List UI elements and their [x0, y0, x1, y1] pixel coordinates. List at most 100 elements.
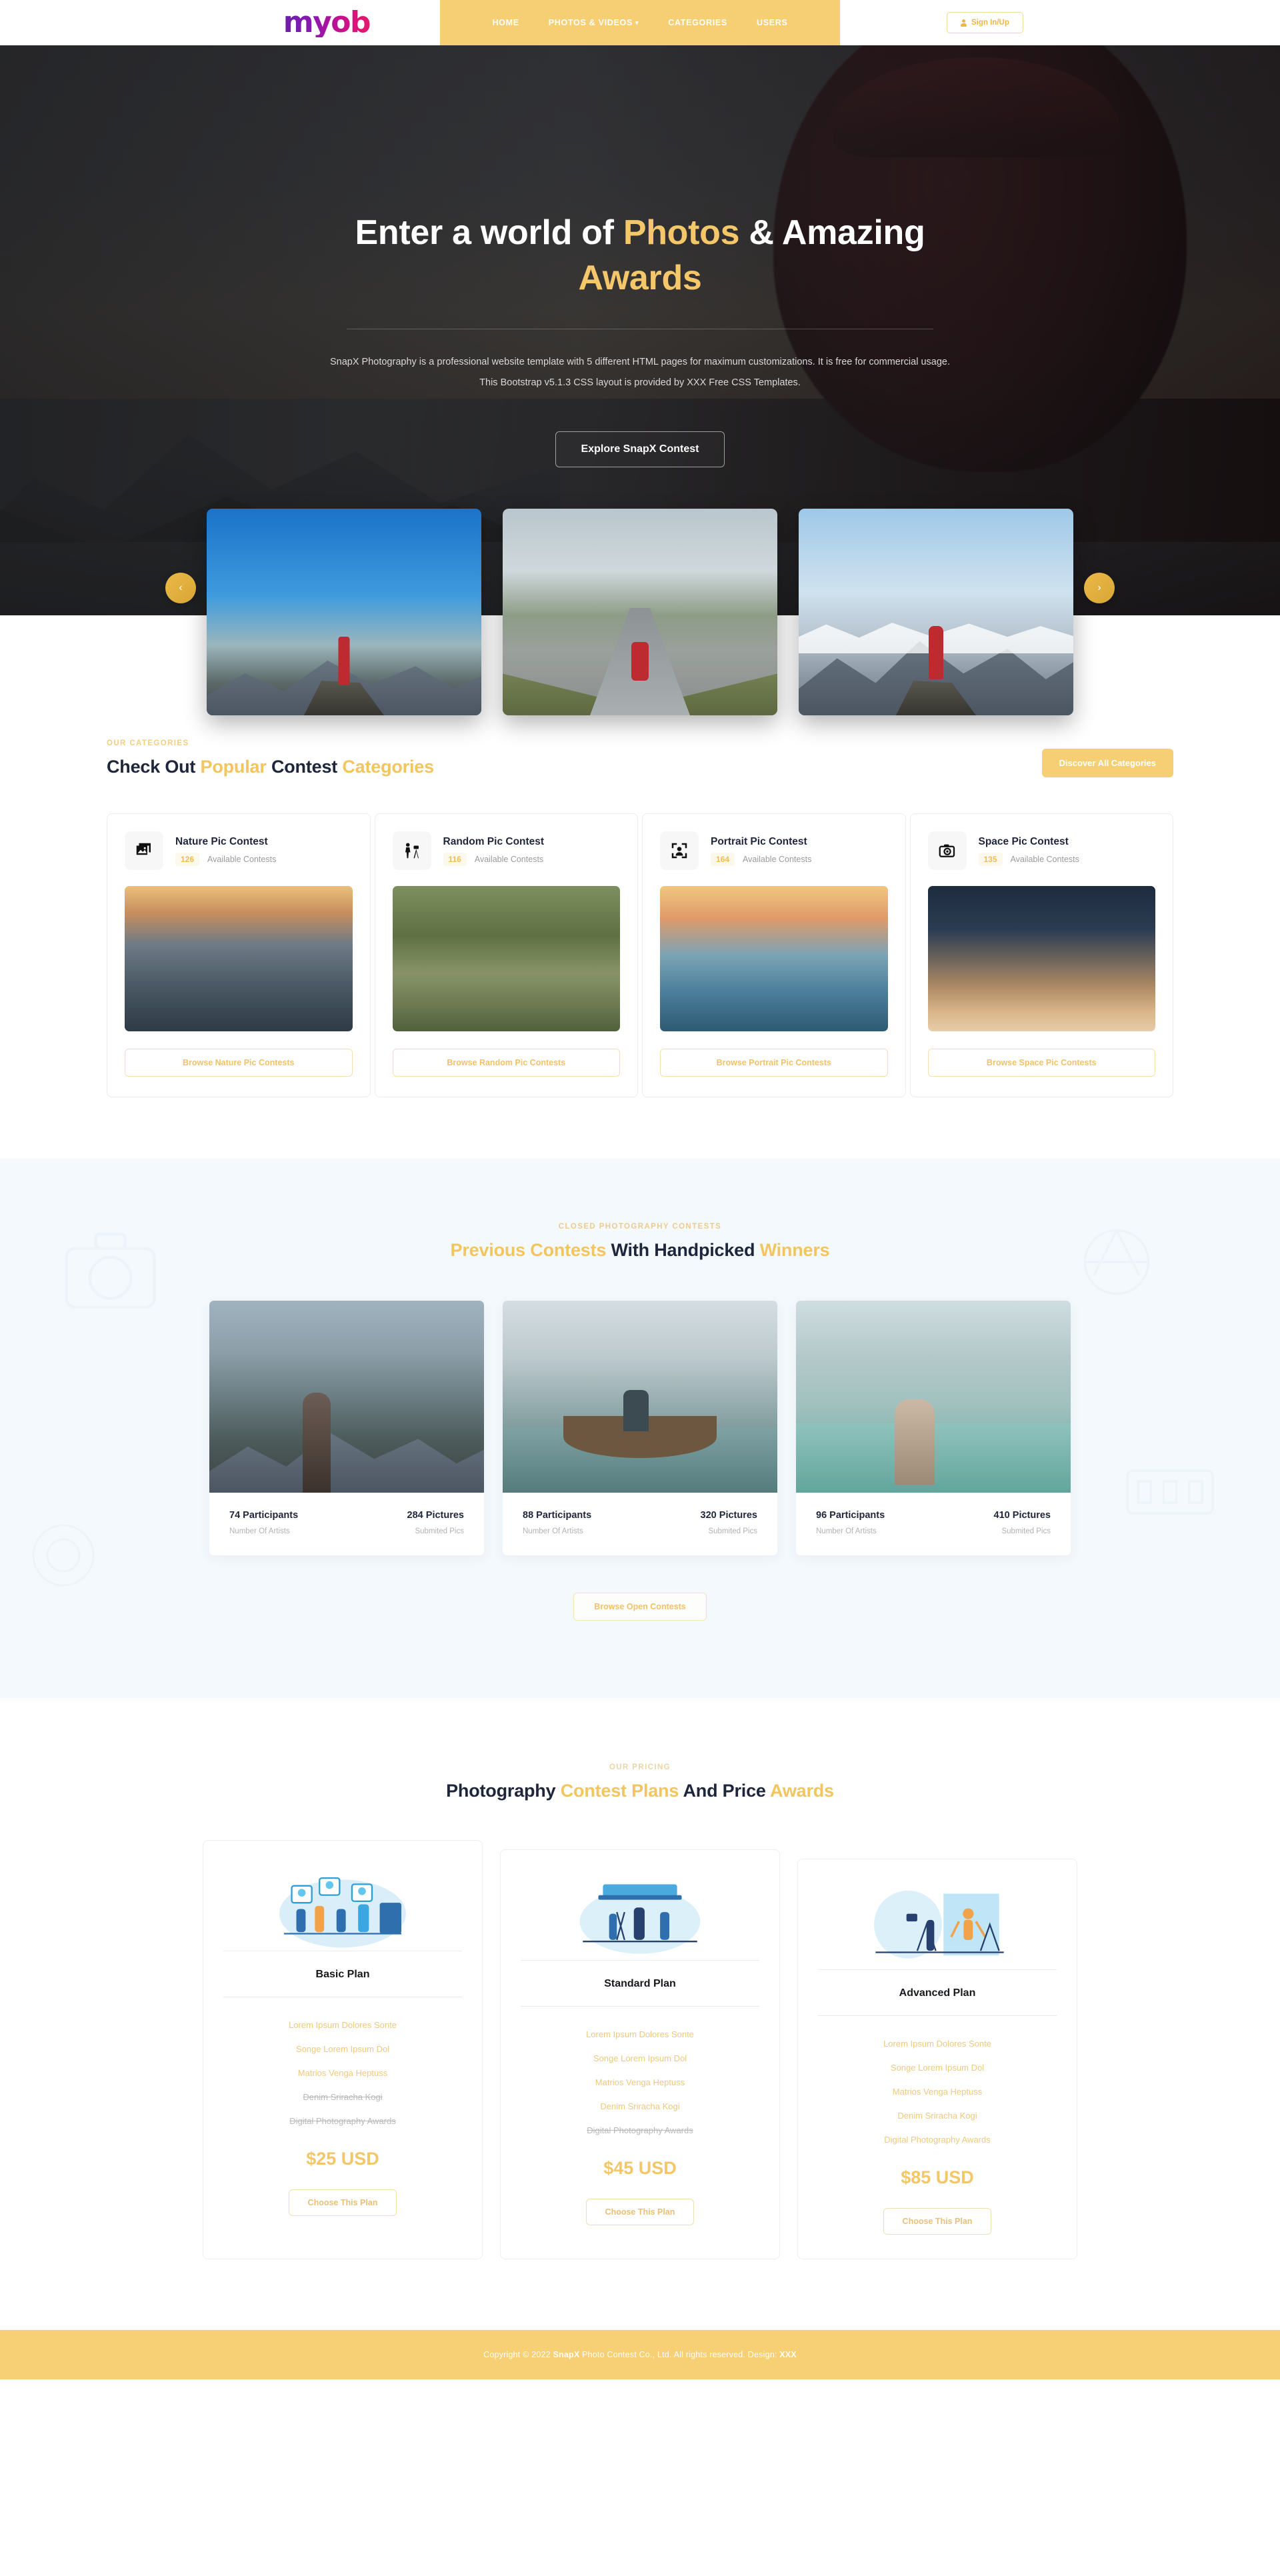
browse-open-contests-button[interactable]: Browse Open Contests: [573, 1593, 707, 1621]
plan-feature-disabled: Digital Photography Awards: [587, 2125, 693, 2135]
browse-space-contests-button[interactable]: Browse Space Pic Contests: [927, 1049, 1155, 1077]
stat-label: Submited Pics: [1001, 1527, 1051, 1535]
stat-label: Submited Pics: [415, 1527, 464, 1535]
cat-title-p1: Check Out: [107, 757, 201, 777]
previous-eyebrow: CLOSED PHOTOGRAPHY CONTESTS: [558, 1223, 722, 1231]
plan-feature: Denim Sriracha Kogi: [600, 2101, 680, 2111]
plan-feature: Matrios Venga Heptuss: [297, 2068, 388, 2078]
pricing-card-advanced[interactable]: Advanced Plan Lorem Ipsum Dolores Sonte …: [797, 1859, 1077, 2259]
plan-feature: Songe Lorem Ipsum Dol: [890, 2063, 985, 2073]
prev-title-hl1: Previous Contests: [450, 1240, 607, 1260]
category-subtitle: Available Contests: [1010, 854, 1079, 864]
nav-item-photos-videos[interactable]: PHOTOS & VIDEOS ▾: [549, 18, 639, 27]
plan-feature: Lorem Ipsum Dolores Sonte: [883, 2039, 991, 2049]
header-left: myob: [0, 0, 440, 45]
plan-feature: Denim Sriracha Kogi: [897, 2111, 977, 2121]
stat-value: 88 Participants: [523, 1510, 592, 1521]
hero-subtitle: SnapX Photography is a professional webs…: [329, 357, 951, 389]
price-title-hl2: Awards: [770, 1781, 834, 1801]
prev-title-p2: With Handpicked: [606, 1240, 760, 1260]
explore-contest-button[interactable]: Explore SnapX Contest: [555, 431, 725, 467]
category-card-nature[interactable]: Nature Pic Contest 126 Available Contest…: [107, 813, 371, 1097]
sign-in-up-button[interactable]: Sign In/Up: [947, 12, 1023, 33]
main-navigation: HOME PHOTOS & VIDEOS ▾ CATEGORIES USERS: [440, 0, 840, 45]
chevron-down-icon: ▾: [635, 19, 639, 26]
aperture-doodle-icon: [1083, 1229, 1150, 1295]
category-card-random[interactable]: Random Pic Contest 116 Available Contest…: [374, 813, 638, 1097]
stat-value: 96 Participants: [816, 1510, 885, 1521]
nav-label: PHOTOS & VIDEOS: [548, 18, 633, 27]
pricing-header: OUR PRICING Photography Contest Plans An…: [107, 1763, 1173, 1801]
participants-stat: 74 Participants Number Of Artists: [229, 1510, 347, 1535]
contest-image: [209, 1301, 484, 1493]
category-name: Nature Pic Contest: [175, 835, 268, 847]
camera-icon: [927, 831, 967, 870]
plan-feature: Lorem Ipsum Dolores Sonte: [289, 2020, 397, 2030]
copyright-middle: Photo Contest Co., Ltd. All rights reser…: [579, 2350, 780, 2359]
cat-title-hl1: Popular: [200, 757, 267, 777]
plan-feature-disabled: Digital Photography Awards: [289, 2116, 396, 2126]
pricing-grid: Basic Plan Lorem Ipsum Dolores Sonte Son…: [107, 1840, 1173, 2259]
nav-item-users[interactable]: USERS: [757, 18, 788, 27]
contest-image: [503, 1301, 777, 1493]
page-root: myob HOME PHOTOS & VIDEOS ▾ CATEGORIES US…: [0, 0, 1280, 2379]
browse-nature-contests-button[interactable]: Browse Nature Pic Contests: [125, 1049, 353, 1077]
plan-feature-disabled: Denim Sriracha Kogi: [303, 2092, 383, 2102]
stat-label: Submited Pics: [708, 1527, 757, 1535]
category-count: 116: [443, 852, 467, 866]
pricing-title: Photography Contest Plans And Price Awar…: [107, 1781, 1173, 1801]
carousel-slide-2[interactable]: [503, 509, 777, 715]
user-icon: [961, 19, 967, 27]
participants-stat: 96 Participants Number Of Artists: [816, 1510, 933, 1535]
plan-price: $45 USD: [603, 2158, 677, 2178]
hero-carousel: ‹ ›: [0, 509, 1280, 715]
lens-doodle-icon: [32, 1524, 95, 1587]
site-logo[interactable]: myob: [283, 8, 371, 37]
categories-title: Check Out Popular Contest Categories: [107, 757, 434, 777]
nav-item-home[interactable]: HOME: [492, 18, 519, 27]
category-name: Portrait Pic Contest: [711, 835, 807, 847]
brand-name: SnapX: [553, 2350, 580, 2359]
film-doodle-icon: [1126, 1469, 1214, 1515]
browse-random-contests-button[interactable]: Browse Random Pic Contests: [392, 1049, 620, 1077]
carousel-prev-button[interactable]: ‹: [165, 573, 196, 603]
plan-feature: Songe Lorem Ipsum Dol: [295, 2044, 390, 2054]
price-title-p2: And Price: [679, 1781, 771, 1801]
category-card-space[interactable]: Space Pic Contest 135 Available Contests…: [909, 813, 1173, 1097]
choose-basic-plan-button[interactable]: Choose This Plan: [288, 2189, 397, 2216]
plan-divider: [818, 2015, 1057, 2016]
pricing-card-basic[interactable]: Basic Plan Lorem Ipsum Dolores Sonte Son…: [203, 1840, 483, 2259]
choose-advanced-plan-button[interactable]: Choose This Plan: [883, 2208, 992, 2235]
plan-price: $25 USD: [306, 2149, 379, 2169]
sign-in-up-label: Sign In/Up: [971, 19, 1009, 27]
previous-contest-card-1[interactable]: 74 Participants Number Of Artists 284 Pi…: [209, 1301, 484, 1555]
carousel-next-button[interactable]: ›: [1084, 573, 1115, 603]
nav-item-categories[interactable]: CATEGORIES: [668, 18, 727, 27]
plan-illustration: [521, 1867, 759, 1961]
designer-name[interactable]: XXX: [779, 2350, 797, 2359]
plan-name: Standard Plan: [604, 1978, 676, 1989]
stat-value: 320 Pictures: [700, 1510, 757, 1521]
site-header: myob HOME PHOTOS & VIDEOS ▾ CATEGORIES US…: [0, 0, 1280, 45]
pictures-stat: 284 Pictures Submited Pics: [347, 1510, 464, 1535]
browse-portrait-contests-button[interactable]: Browse Portrait Pic Contests: [660, 1049, 888, 1077]
category-image: [660, 886, 888, 1031]
header-right: Sign In/Up: [840, 0, 1280, 45]
previous-contest-card-2[interactable]: 88 Participants Number Of Artists 320 Pi…: [503, 1301, 777, 1555]
pricing-card-standard[interactable]: Standard Plan Lorem Ipsum Dolores Sonte …: [500, 1849, 780, 2259]
category-image: [927, 886, 1155, 1031]
carousel-slide-3[interactable]: [799, 509, 1073, 715]
copyright-prefix: Copyright © 2022: [483, 2350, 553, 2359]
previous-contest-card-3[interactable]: 96 Participants Number Of Artists 410 Pi…: [796, 1301, 1071, 1555]
discover-all-categories-button[interactable]: Discover All Categories: [1041, 749, 1173, 777]
site-footer: Copyright © 2022 SnapX Photo Contest Co.…: [0, 2330, 1280, 2379]
contest-image: [796, 1301, 1071, 1493]
plan-name: Advanced Plan: [899, 1987, 976, 1999]
choose-standard-plan-button[interactable]: Choose This Plan: [585, 2199, 695, 2225]
carousel-slide-1[interactable]: [207, 509, 481, 715]
hero-title-part2: & Amazing: [739, 213, 925, 252]
pictures-stat: 320 Pictures Submited Pics: [640, 1510, 757, 1535]
category-card-portrait[interactable]: Portrait Pic Contest 164 Available Conte…: [642, 813, 906, 1097]
participants-stat: 88 Participants Number Of Artists: [523, 1510, 640, 1535]
plan-name: Basic Plan: [315, 1969, 370, 1980]
